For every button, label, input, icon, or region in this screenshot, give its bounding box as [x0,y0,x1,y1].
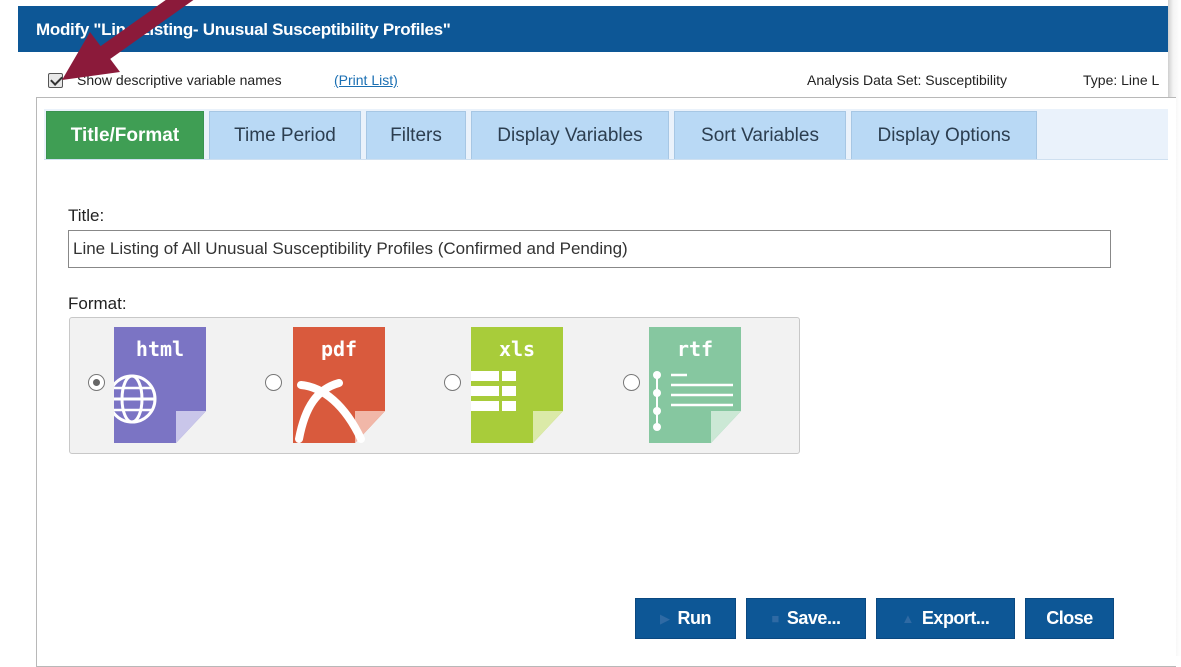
format-label-xls: xls [498,337,536,361]
format-option-pdf[interactable]: pdf [263,318,403,455]
format-option-xls[interactable]: xls [442,318,582,455]
format-radio-xls[interactable] [444,374,461,391]
close-button-label: Close [1046,608,1093,628]
run-button-label: Run [677,608,712,628]
tab-sort-variables[interactable]: Sort Variables [674,111,846,159]
tab-label: Display Options [877,124,1011,146]
format-field-label: Format: [68,294,127,313]
tab-label: Sort Variables [701,124,819,146]
tab-title-format[interactable]: Title/Format [46,111,204,159]
title-field-label: Title: [68,206,105,225]
tab-filters[interactable]: Filters [366,111,466,159]
options-row: Show descriptive variable names (Print L… [48,70,1168,92]
analysis-data-set-info: Analysis Data Set: Susceptibility [807,72,1007,88]
export-button[interactable]: ▲ Export... [876,598,1015,639]
tab-label: Filters [390,124,442,146]
close-button[interactable]: Close [1025,598,1114,639]
analysis-data-set-label: Analysis Data Set: [807,72,922,88]
tab-display-options[interactable]: Display Options [851,111,1037,159]
tab-display-variables[interactable]: Display Variables [471,111,669,159]
tab-label: Title/Format [70,124,180,146]
rtf-file-icon: rtf [649,327,741,443]
title-input[interactable] [68,230,1111,268]
export-button-label: Export... [921,608,990,628]
format-option-rtf[interactable]: rtf [621,318,761,455]
format-label-pdf: pdf [320,337,358,361]
annotation-arrow-icon [62,0,194,80]
type-info: Type: Line L [1083,72,1159,88]
save-icon: ■ [771,611,780,626]
tab-label: Display Variables [497,124,643,146]
pdf-file-icon: pdf [293,327,385,443]
tab-label: Time Period [234,124,336,146]
format-label-rtf: rtf [676,337,714,361]
type-value: Line L [1121,72,1160,88]
play-icon: ▶ [660,610,670,626]
tab-time-period[interactable]: Time Period [209,111,361,159]
print-list-link[interactable]: (Print List) [334,72,398,88]
tab-bar: Title/Format Time Period Filters Display… [44,109,1168,160]
format-radio-pdf[interactable] [265,374,282,391]
save-button[interactable]: ■ Save... [746,598,866,639]
format-option-html[interactable]: html [88,318,228,455]
type-label: Type: [1083,72,1118,88]
format-options-box: html pdf xls rtf [69,317,800,454]
format-radio-rtf[interactable] [623,374,640,391]
format-radio-html[interactable] [88,374,105,391]
analysis-data-set-value: Susceptibility [925,72,1007,88]
format-label-html: html [135,337,185,361]
run-button[interactable]: ▶ Run [635,598,736,639]
html-file-icon: html [107,327,206,443]
xls-file-icon: xls [471,327,563,443]
save-button-label: Save... [786,608,841,628]
export-icon: ▲ [901,611,915,626]
